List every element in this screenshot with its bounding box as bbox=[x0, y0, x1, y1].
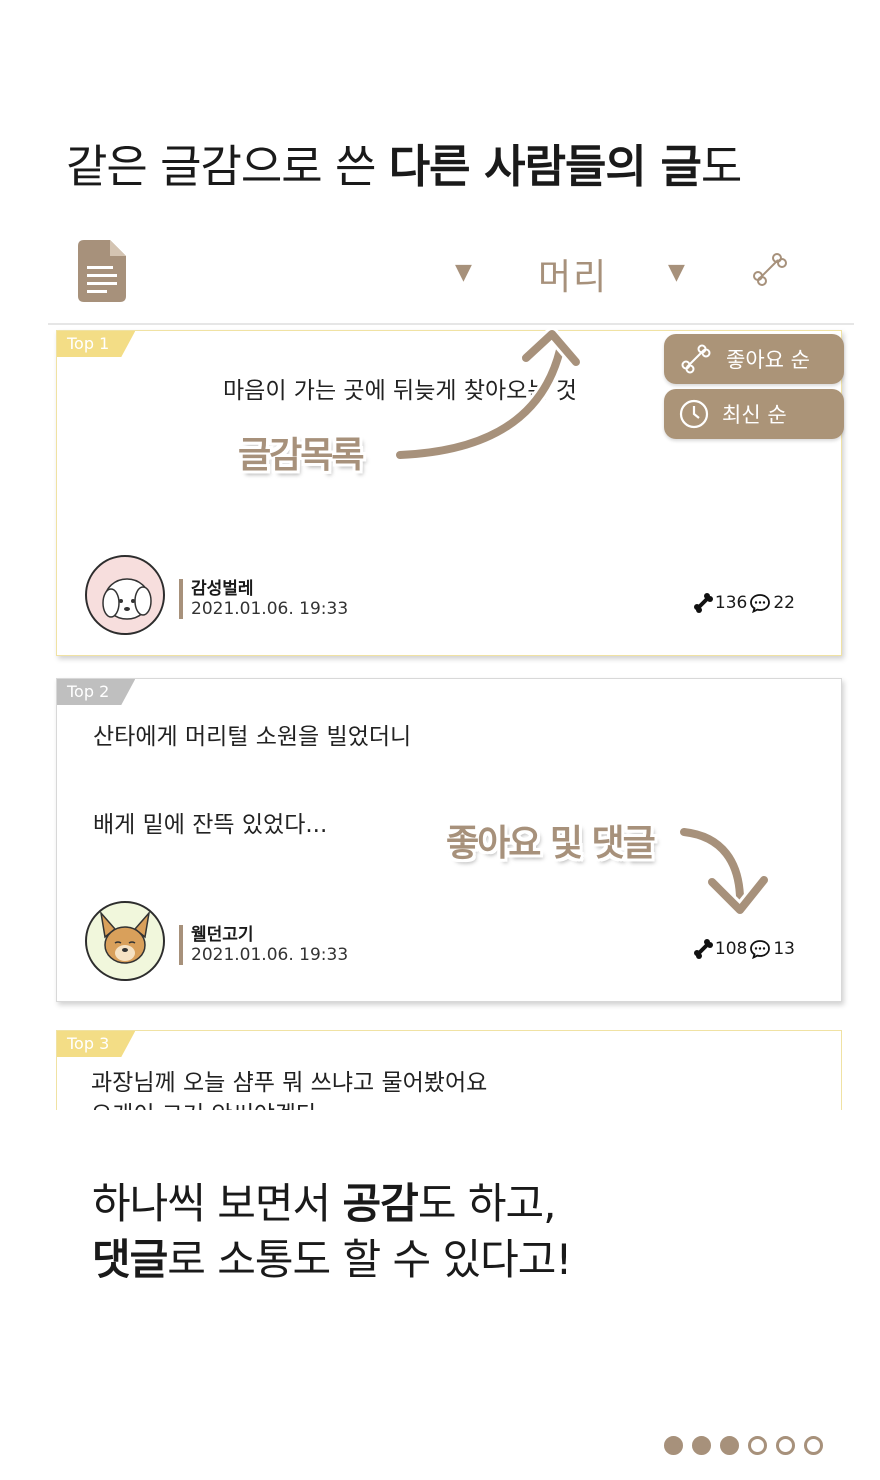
dropdown-arrow-icon[interactable]: ▼ bbox=[455, 260, 472, 285]
page-dot[interactable] bbox=[692, 1436, 711, 1455]
rank-badge: Top 2 bbox=[57, 679, 135, 705]
bone-icon bbox=[681, 344, 711, 374]
post-text-line-1: 산타에게 머리털 소원을 빌었더니 bbox=[93, 724, 412, 750]
post-text-line-2: 오케이 그거 안써야겠다 bbox=[91, 1095, 317, 1110]
post-card-3[interactable]: Top 3 과장님께 오늘 샴푸 뭐 쓰냐고 물어봤어요 오케이 그거 안써야겠… bbox=[56, 1030, 842, 1110]
post-text-line-1: 과장님께 오늘 샴푸 뭐 쓰냐고 물어봤어요 bbox=[91, 1070, 488, 1096]
post-date: 2021.01.06. 19:33 bbox=[191, 599, 349, 619]
post-stats: 108 13 bbox=[693, 939, 795, 959]
topic-selector[interactable]: 머리 bbox=[538, 248, 608, 300]
post-stats: 136 22 bbox=[693, 593, 795, 613]
pagination-dots bbox=[664, 1436, 823, 1455]
author-name[interactable]: 웰던고기 bbox=[191, 925, 348, 945]
post-text: 마음이 가는 곳에 뒤늦게 찾아오는 것 bbox=[223, 378, 577, 404]
bone-icon[interactable] bbox=[693, 593, 713, 613]
caption-line-1: 하나씩 보면서 공감도 하고, bbox=[92, 1176, 571, 1232]
author-info: 웰던고기 2021.01.06. 19:33 bbox=[179, 925, 348, 965]
caption-bold: 댓글 bbox=[92, 1235, 168, 1284]
page-dot[interactable] bbox=[776, 1436, 795, 1455]
toolbar: ▼ 머리 ▼ bbox=[48, 230, 854, 325]
sort-by-latest-label: 최신 순 bbox=[722, 403, 787, 427]
post-date: 2021.01.06. 19:33 bbox=[191, 945, 349, 965]
avatar[interactable] bbox=[85, 555, 165, 635]
sort-by-likes-button[interactable]: 좋아요 순 bbox=[664, 334, 844, 384]
sort-by-likes-label: 좋아요 순 bbox=[726, 348, 810, 372]
post-text-line-2: 배게 밑에 잔뜩 있었다... bbox=[93, 812, 328, 838]
caption-text: 하나씩 보면서 bbox=[92, 1179, 343, 1228]
headline: 같은 글감으로 쓴 다른 사람들의 글도 bbox=[66, 130, 742, 195]
bone-icon[interactable] bbox=[748, 248, 792, 296]
caption-text: 도 하고, bbox=[417, 1179, 557, 1228]
bone-icon[interactable] bbox=[693, 939, 713, 959]
caption-text: 로 소통도 할 수 있다고! bbox=[167, 1235, 572, 1284]
document-icon[interactable] bbox=[78, 240, 126, 306]
comment-icon[interactable] bbox=[749, 593, 771, 613]
comment-count: 13 bbox=[773, 939, 795, 959]
caption-line-2: 댓글로 소통도 할 수 있다고! bbox=[92, 1232, 572, 1288]
author-info: 감성벌레 2021.01.06. 19:33 bbox=[179, 579, 348, 619]
sort-menu: 좋아요 순 최신 순 bbox=[664, 334, 844, 444]
comment-count: 22 bbox=[773, 593, 795, 613]
comment-icon[interactable] bbox=[749, 939, 771, 959]
likes-comments-callout: 좋아요 및 댓글 bbox=[446, 823, 656, 864]
author-name[interactable]: 감성벌레 bbox=[191, 579, 348, 599]
headline-text: 같은 글감으로 쓴 bbox=[66, 140, 389, 193]
rank-badge: Top 3 bbox=[57, 1031, 135, 1057]
page-dot[interactable] bbox=[748, 1436, 767, 1455]
caption-bold: 공감 bbox=[342, 1179, 419, 1228]
like-count: 108 bbox=[714, 939, 748, 959]
topic-list-callout: 글감목록 bbox=[238, 435, 364, 476]
page-dot[interactable] bbox=[720, 1436, 739, 1455]
caption: 하나씩 보면서 공감도 하고, 댓글로 소통도 할 수 있다고! bbox=[92, 1176, 572, 1288]
sort-by-latest-button[interactable]: 최신 순 bbox=[664, 389, 844, 439]
headline-text-end: 도 bbox=[700, 140, 742, 193]
clock-icon bbox=[679, 399, 709, 429]
like-count: 136 bbox=[714, 593, 748, 613]
sort-dropdown-arrow-icon[interactable]: ▼ bbox=[668, 260, 685, 285]
page-dot[interactable] bbox=[804, 1436, 823, 1455]
avatar[interactable] bbox=[85, 901, 165, 981]
headline-bold: 다른 사람들의 글 bbox=[388, 140, 702, 193]
rank-badge: Top 1 bbox=[57, 331, 135, 357]
page-dot[interactable] bbox=[664, 1436, 683, 1455]
